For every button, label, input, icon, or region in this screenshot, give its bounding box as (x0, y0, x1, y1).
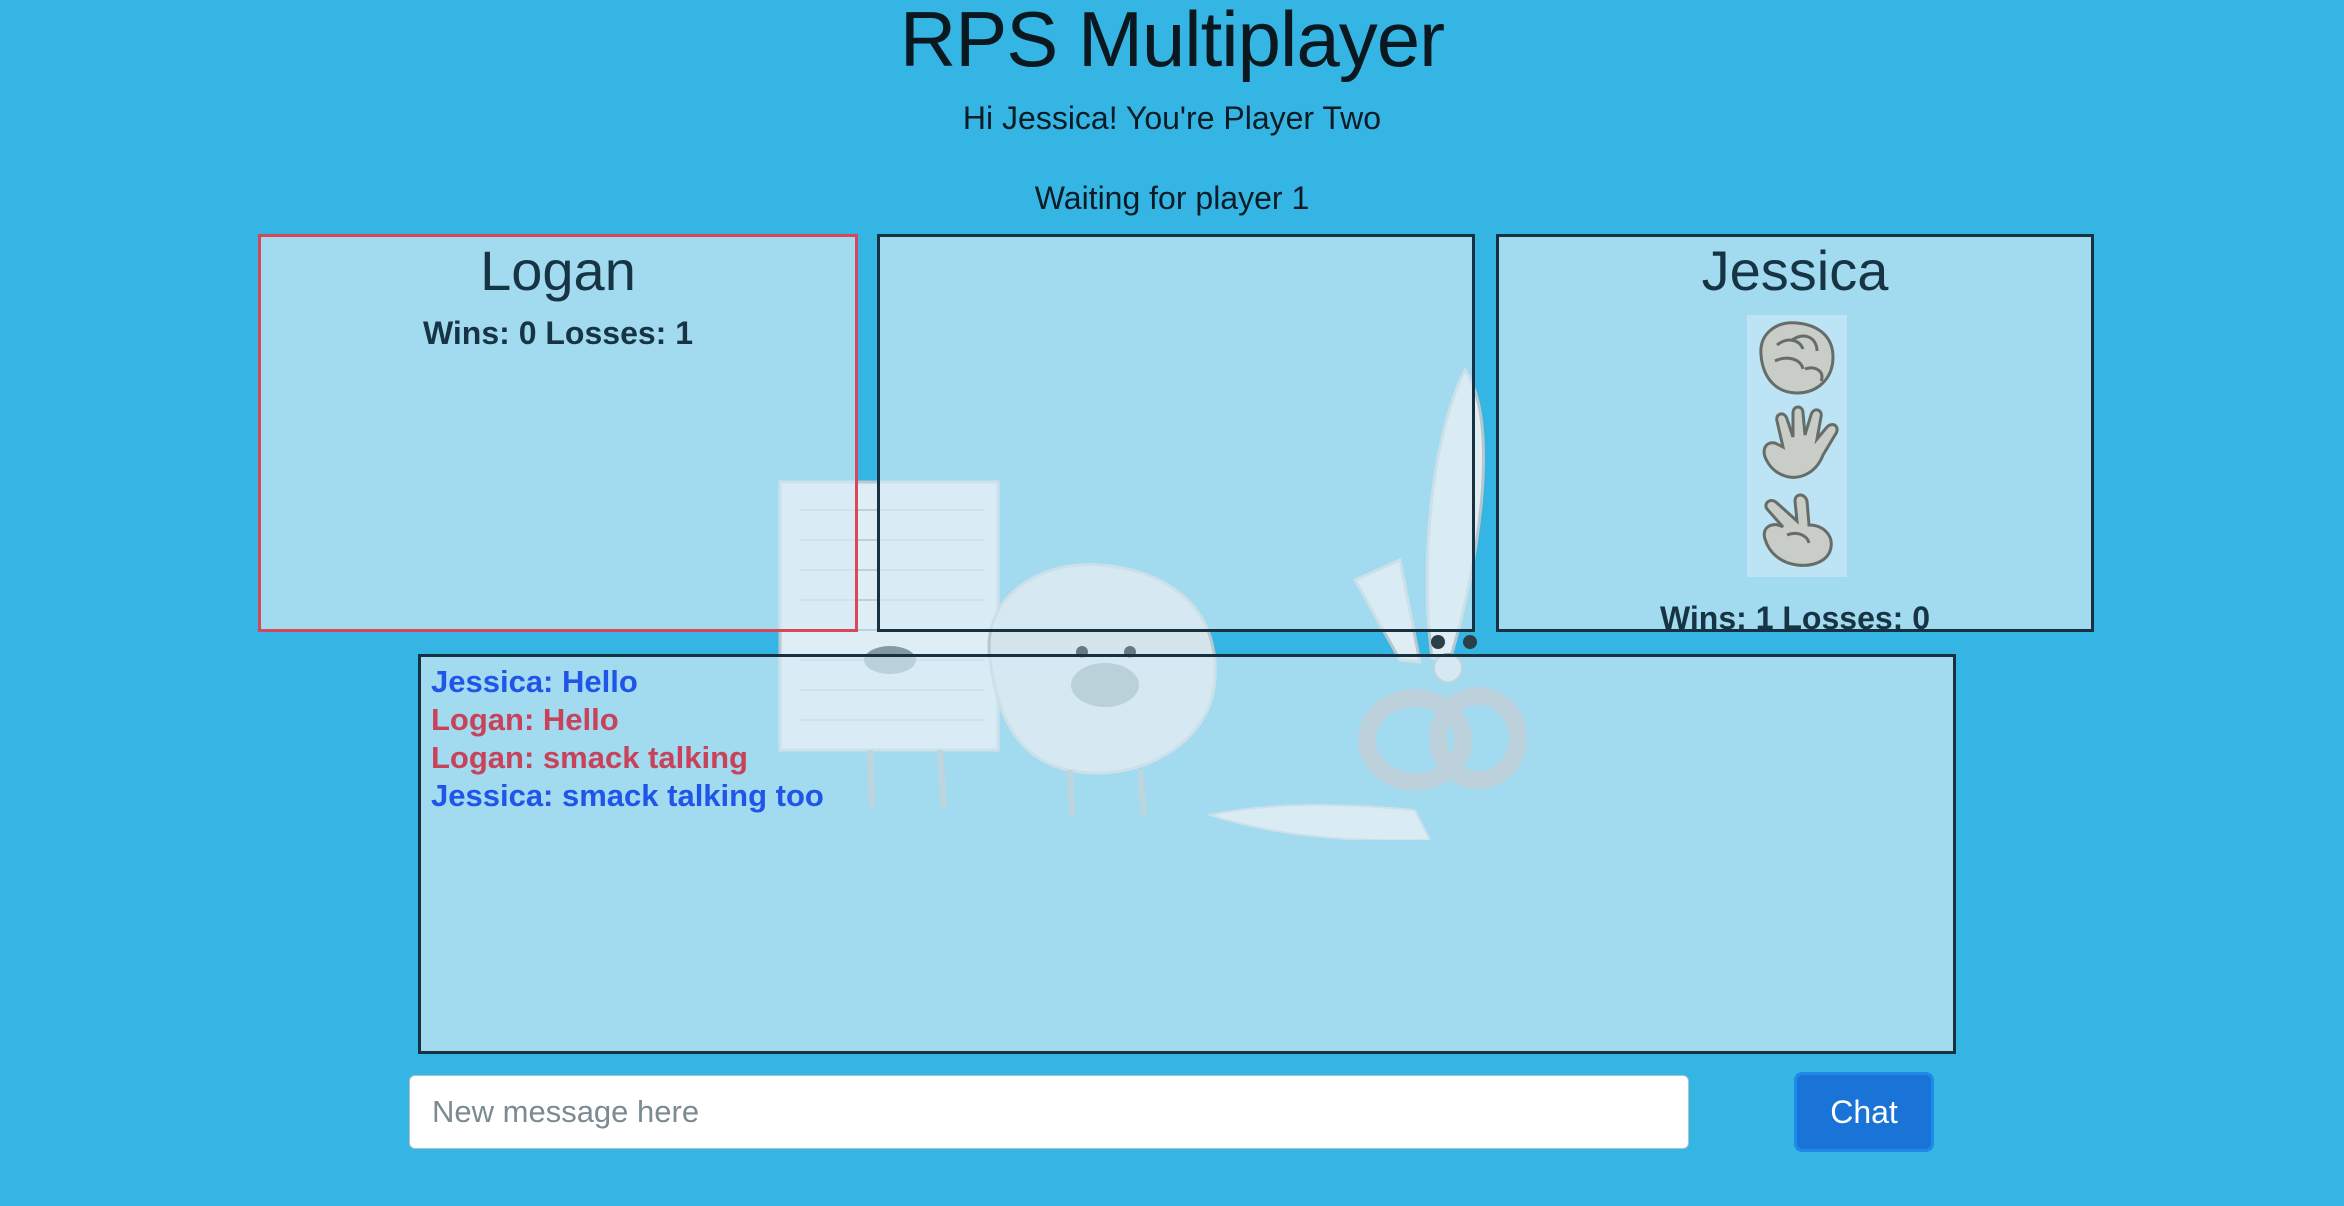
player-two-panel: Jessica Wins: 1 Losses: 0 (1496, 234, 2094, 636)
player-greeting: Hi Jessica! You're Player Two (962, 100, 1382, 136)
player-one-panel: Logan Wins: 0 Losses: 1 (258, 234, 858, 632)
chat-send-button[interactable]: Chat (1794, 1072, 1934, 1152)
player-two-record: Wins: 1 Losses: 0 (1659, 600, 1930, 636)
chat-message-input[interactable] (409, 1075, 1689, 1149)
chat-message: Logan: Hello (431, 702, 619, 737)
page-title: RPS Multiplayer (899, 0, 1445, 83)
rock-icon[interactable] (1747, 315, 1847, 399)
scissors-icon[interactable] (1747, 487, 1847, 571)
chat-log: Jessica: Hello Logan: Hello Logan: smack t… (418, 654, 1956, 1054)
player-one-name: Logan (480, 239, 636, 302)
paper-icon[interactable] (1747, 401, 1847, 485)
chat-message: Jessica: Hello (431, 664, 638, 699)
choice-list (1747, 315, 1847, 577)
player-two-name: Jessica (1701, 239, 1889, 302)
result-panel (877, 234, 1475, 632)
player-one-record: Wins: 0 Losses: 1 (422, 315, 693, 351)
chat-message: Logan: smack talking (431, 740, 748, 775)
chat-message: Jessica: smack talking too (431, 778, 824, 813)
game-status: Waiting for player 1 (1034, 180, 1310, 216)
